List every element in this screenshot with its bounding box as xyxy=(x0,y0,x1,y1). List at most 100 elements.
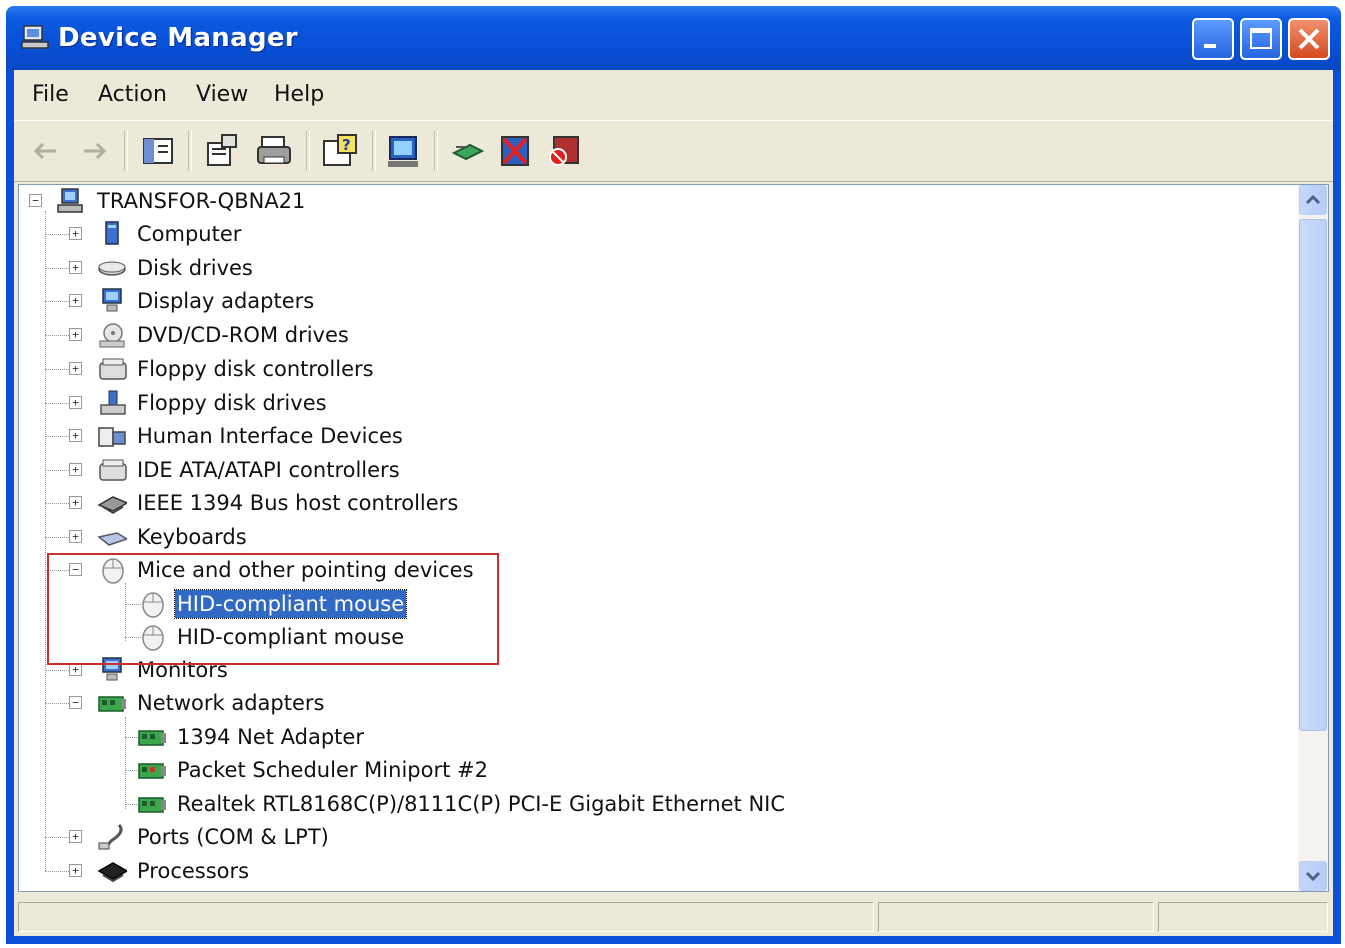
expand-toggle[interactable]: + xyxy=(69,362,82,375)
title-bar[interactable]: Device Manager xyxy=(6,6,1341,70)
tree-category-dvd-cdrom[interactable]: + DVD/CD-ROM drives xyxy=(19,319,1298,351)
toolbar-separator xyxy=(188,131,192,171)
toolbar-separator xyxy=(306,131,310,171)
device-manager-window: Device Manager File Action View Help ? −… xyxy=(6,6,1341,944)
menu-file[interactable]: File xyxy=(32,82,69,107)
tree-device-packet-scheduler[interactable]: Packet Scheduler Miniport #2 xyxy=(19,754,1298,786)
tree-category-processors[interactable]: + Processors xyxy=(19,855,1298,887)
tree-connector-line xyxy=(45,837,69,838)
scroll-up-button[interactable] xyxy=(1299,185,1327,215)
client-area: File Action View Help ? − TRANSFOR-QBNA2… xyxy=(14,70,1333,936)
tree-connector-line xyxy=(45,436,69,437)
tree-device-1394-net-adapter[interactable]: 1394 Net Adapter xyxy=(19,721,1298,753)
scroll-thumb[interactable] xyxy=(1299,219,1327,731)
expand-toggle[interactable]: + xyxy=(69,463,82,476)
device-tree[interactable]: − TRANSFOR-QBNA21 + Computer + Disk driv… xyxy=(18,184,1329,892)
tree-category-floppy-controllers[interactable]: + Floppy disk controllers xyxy=(19,353,1298,385)
network-card-icon xyxy=(98,696,126,712)
tree-connector-line xyxy=(45,234,69,235)
expand-toggle[interactable]: + xyxy=(69,294,82,307)
tree-category-disk-drives[interactable]: + Disk drives xyxy=(19,252,1298,284)
network-card-icon xyxy=(138,730,166,746)
back-arrow-icon[interactable] xyxy=(26,131,66,171)
device-manager-icon xyxy=(21,25,49,49)
category-label: Network adapters xyxy=(137,691,325,715)
window-title: Device Manager xyxy=(58,23,298,53)
scan-hardware-changes-icon[interactable] xyxy=(384,131,424,171)
category-label: IDE ATA/ATAPI controllers xyxy=(137,458,400,482)
disk-drive-icon xyxy=(98,261,126,276)
category-label: Computer xyxy=(137,222,242,246)
port-icon xyxy=(98,823,123,850)
status-pane-main xyxy=(18,902,874,932)
expand-toggle[interactable]: + xyxy=(69,830,82,843)
tree-category-network-adapters[interactable]: − Network adapters xyxy=(19,687,1298,719)
menu-help[interactable]: Help xyxy=(274,82,324,107)
keyboard-icon xyxy=(97,532,127,546)
chevron-down-icon xyxy=(1305,871,1321,882)
tree-connector-line xyxy=(45,470,69,471)
forward-arrow-icon[interactable] xyxy=(74,131,114,171)
close-button[interactable] xyxy=(1288,18,1330,60)
disable-icon[interactable] xyxy=(544,131,584,171)
hid-icon xyxy=(98,427,126,447)
expand-toggle[interactable]: + xyxy=(69,429,82,442)
tree-category-ieee1394[interactable]: + IEEE 1394 Bus host controllers xyxy=(19,487,1298,519)
tree-device-realtek-nic[interactable]: Realtek RTL8168C(P)/8111C(P) PCI-E Gigab… xyxy=(19,788,1298,820)
category-label: Floppy disk controllers xyxy=(137,357,374,381)
ide-controller-icon xyxy=(99,459,127,481)
tree-connector-line xyxy=(45,537,69,538)
toolbar: ? xyxy=(14,120,1333,182)
minimize-button[interactable] xyxy=(1192,18,1234,60)
tree-root[interactable]: − TRANSFOR-QBNA21 xyxy=(19,185,1298,217)
close-icon xyxy=(1298,28,1320,50)
tree-category-floppy-drives[interactable]: + Floppy disk drives xyxy=(19,387,1298,419)
tree-category-ide[interactable]: + IDE ATA/ATAPI controllers xyxy=(19,454,1298,486)
status-bar xyxy=(14,896,1333,936)
category-label: Human Interface Devices xyxy=(137,424,403,448)
vertical-scrollbar[interactable] xyxy=(1298,185,1328,891)
category-label: Floppy disk drives xyxy=(137,391,327,415)
tree-connector-line xyxy=(45,335,69,336)
tree-category-display-adapters[interactable]: + Display adapters xyxy=(19,285,1298,317)
network-card-icon xyxy=(138,763,166,779)
expand-toggle[interactable]: + xyxy=(69,227,82,240)
network-card-icon xyxy=(138,797,166,813)
tree-connector-line xyxy=(45,871,69,872)
toolbar-separator xyxy=(434,131,438,171)
show-hide-console-tree-icon[interactable] xyxy=(138,131,178,171)
maximize-button[interactable] xyxy=(1240,18,1282,60)
properties-icon[interactable] xyxy=(202,131,242,171)
tree-category-computer[interactable]: + Computer xyxy=(19,218,1298,250)
help-icon[interactable]: ? xyxy=(320,131,360,171)
tree-category-ports[interactable]: + Ports (COM & LPT) xyxy=(19,821,1298,853)
menu-bar: File Action View Help xyxy=(14,70,1333,120)
uninstall-icon[interactable] xyxy=(496,131,536,171)
scroll-down-button[interactable] xyxy=(1299,861,1327,891)
menu-action[interactable]: Action xyxy=(98,82,167,107)
update-driver-icon[interactable] xyxy=(448,131,488,171)
category-label: DVD/CD-ROM drives xyxy=(137,323,349,347)
tree-category-keyboards[interactable]: + Keyboards xyxy=(19,521,1298,553)
device-label: 1394 Net Adapter xyxy=(177,725,364,749)
expand-toggle[interactable]: + xyxy=(69,496,82,509)
expand-toggle[interactable]: + xyxy=(69,864,82,877)
tree-root-label: TRANSFOR-QBNA21 xyxy=(97,189,306,213)
category-label: IEEE 1394 Bus host controllers xyxy=(137,491,459,515)
highlight-annotation-box xyxy=(47,553,499,665)
tree-connector-line xyxy=(45,301,69,302)
expand-toggle[interactable]: + xyxy=(69,261,82,274)
minimize-icon xyxy=(1204,44,1216,48)
collapse-toggle[interactable]: − xyxy=(69,696,82,709)
device-label: Packet Scheduler Miniport #2 xyxy=(177,758,488,782)
display-adapter-icon xyxy=(102,288,122,312)
menu-view[interactable]: View xyxy=(196,82,248,107)
chevron-up-icon xyxy=(1305,194,1321,205)
expand-toggle[interactable]: + xyxy=(69,396,82,409)
collapse-toggle[interactable]: − xyxy=(29,194,42,207)
expand-toggle[interactable]: + xyxy=(69,328,82,341)
tree-category-hid[interactable]: + Human Interface Devices xyxy=(19,420,1298,452)
print-icon[interactable] xyxy=(254,131,294,171)
computer-icon xyxy=(105,221,119,245)
expand-toggle[interactable]: + xyxy=(69,530,82,543)
